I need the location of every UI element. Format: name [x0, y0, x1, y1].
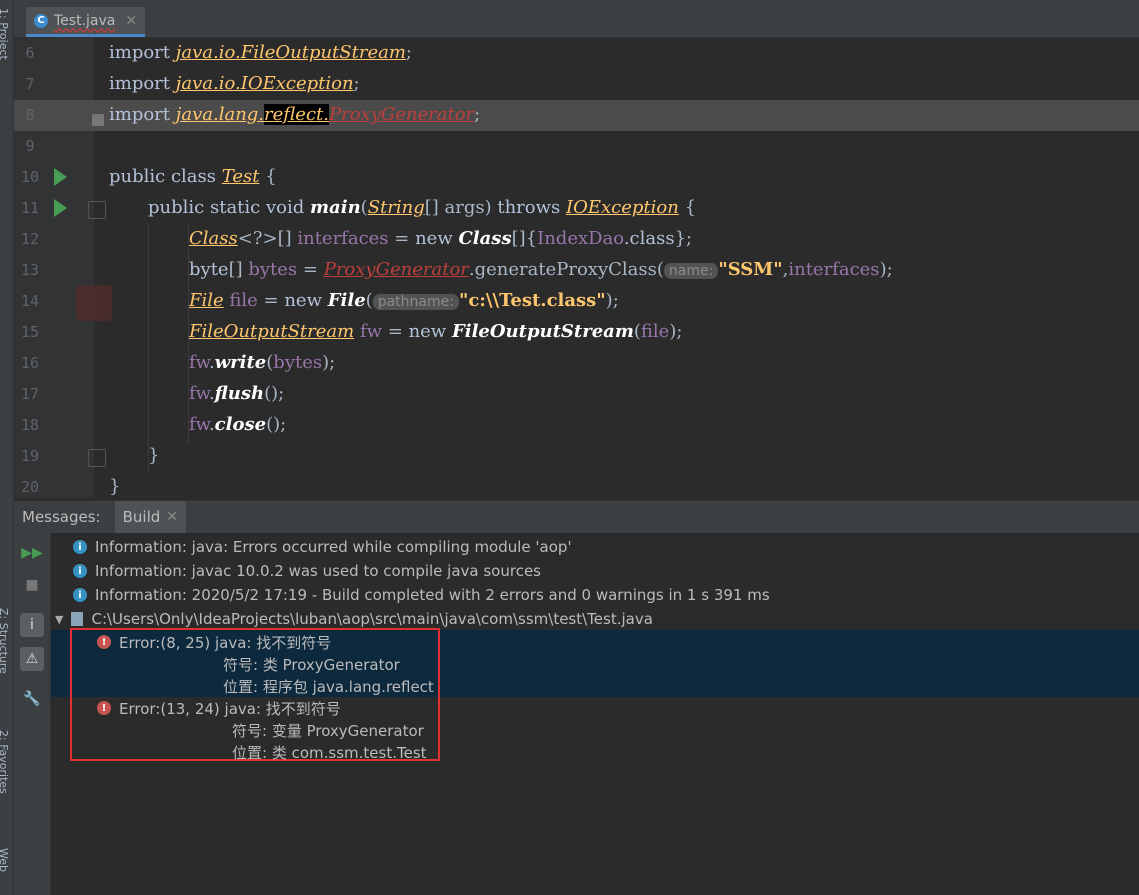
- web-tool-button[interactable]: Web: [0, 848, 10, 872]
- java-file-icon: [71, 612, 84, 626]
- code-line-20: 20 }: [14, 472, 1139, 498]
- code-text: byte[] bytes = ProxyGenerator.generatePr…: [189, 259, 893, 280]
- code-text: fw.write(bytes);: [189, 352, 336, 373]
- line-number: 19: [20, 447, 40, 465]
- list-item[interactable]: i Information: javac 10.0.2 was used to …: [73, 559, 541, 583]
- fold-import-icon[interactable]: [92, 114, 104, 126]
- code-line-10: 10 public class Test {: [14, 162, 1139, 193]
- line-number: 20: [20, 478, 40, 496]
- line-number: 13: [20, 261, 40, 279]
- left-tool-strip: 1: Project Z: Structure 2: Favorites Web: [0, 0, 14, 895]
- rerun-icon[interactable]: ▶▶: [20, 541, 44, 565]
- line-number: 15: [20, 323, 40, 341]
- code-line-15: 15 FileOutputStream fw = new FileOutputS…: [14, 317, 1139, 348]
- line-number: 10: [20, 168, 40, 186]
- line-number: 17: [20, 385, 40, 403]
- list-item[interactable]: i Information: java: Errors occurred whi…: [73, 535, 572, 559]
- show-warnings-icon[interactable]: ⚠: [20, 647, 44, 671]
- favorites-tool-button[interactable]: 2: Favorites: [0, 730, 10, 794]
- line-number: 7: [25, 75, 35, 93]
- param-hint: name:: [663, 263, 719, 279]
- error-symbol: 符号: 类 ProxyGenerator: [223, 656, 400, 674]
- build-tab-label: Build: [122, 508, 161, 526]
- code-line-9: 9: [14, 131, 1139, 162]
- code-line-7: 7 import java.io.IOException;: [14, 69, 1139, 100]
- info-icon: i: [73, 540, 87, 554]
- error-location: 位置: 程序包 java.lang.reflect: [223, 678, 434, 696]
- list-item[interactable]: i Information: 2020/5/2 17:19 - Build co…: [73, 583, 770, 607]
- code-line-14: 14 File file = new File(pathname: "c:\\Te…: [14, 286, 1139, 317]
- line-number: 11: [20, 199, 40, 217]
- code-text: public class Test {: [109, 166, 277, 187]
- messages-label: Messages:: [22, 508, 101, 526]
- code-text: }: [109, 476, 121, 497]
- code-editor[interactable]: 6 import java.io.FileOutputStream; 7 imp…: [14, 38, 1139, 498]
- close-tab-icon[interactable]: ✕: [125, 13, 137, 29]
- code-line-17: 17 fw.flush();: [14, 379, 1139, 410]
- code-line-6: 6 import java.io.FileOutputStream;: [14, 38, 1139, 69]
- code-line-18: 18 fw.close();: [14, 410, 1139, 441]
- code-text: fw.close();: [189, 414, 287, 435]
- code-line-12: 12 Class<?>[] interfaces = new Class[]{I…: [14, 224, 1139, 255]
- code-text: import java.lang.reflect.ProxyGenerator;: [109, 104, 481, 125]
- line-number: 14: [20, 292, 40, 310]
- line-number: 8: [25, 106, 35, 124]
- info-icon: i: [73, 564, 87, 578]
- run-class-icon[interactable]: [54, 168, 67, 186]
- code-text: File file = new File(pathname: "c:\\Test.…: [189, 290, 619, 311]
- code-text: import java.io.IOException;: [109, 73, 360, 94]
- code-line-8: 8 import java.lang.reflect.ProxyGenerato…: [14, 100, 1139, 131]
- error-icon: !: [97, 701, 111, 715]
- tab-test-java[interactable]: C Test.java ✕: [26, 7, 146, 37]
- code-line-11: 11 public static void main(String[] args…: [14, 193, 1139, 224]
- code-text: FileOutputStream fw = new FileOutputStre…: [189, 321, 683, 342]
- messages-toolbar: ▶▶ ■ i ⚠ 🔧: [14, 533, 51, 895]
- stop-icon[interactable]: ■: [20, 573, 44, 597]
- tab-label: Test.java: [54, 12, 116, 29]
- error-item[interactable]: ! Error:(13, 24) java: 找不到符号: [97, 696, 341, 720]
- param-hint: pathname:: [372, 294, 459, 310]
- expand-arrow-icon[interactable]: ▼: [55, 613, 63, 626]
- close-build-tab-icon[interactable]: ✕: [166, 509, 178, 525]
- structure-tool-button[interactable]: Z: Structure: [0, 608, 10, 674]
- code-text: Class<?>[] interfaces = new Class[]{Inde…: [189, 228, 693, 249]
- line-number: 6: [25, 44, 35, 62]
- line-number: 18: [20, 416, 40, 434]
- error-icon: !: [97, 635, 111, 649]
- line-number: 12: [20, 230, 40, 248]
- messages-list: i Information: java: Errors occurred whi…: [51, 533, 1139, 895]
- error-item[interactable]: ! Error:(8, 25) java: 找不到符号: [97, 630, 331, 654]
- project-tool-button[interactable]: 1: Project: [0, 8, 10, 60]
- editor-tab-bar: C Test.java ✕: [14, 0, 1139, 38]
- code-text: fw.flush();: [189, 383, 285, 404]
- show-info-icon[interactable]: i: [20, 613, 44, 637]
- code-text: }: [148, 445, 160, 466]
- info-icon: i: [73, 588, 87, 602]
- code-line-16: 16 fw.write(bytes);: [14, 348, 1139, 379]
- run-main-icon[interactable]: [54, 199, 67, 217]
- line-number: 16: [20, 354, 40, 372]
- fold-icon[interactable]: [88, 449, 106, 467]
- tab-build[interactable]: Build ✕: [114, 501, 187, 533]
- error-location: 位置: 类 com.ssm.test.Test: [232, 744, 427, 762]
- code-line-13: 13 byte[] bytes = ProxyGenerator.generat…: [14, 255, 1139, 286]
- fold-icon[interactable]: [88, 201, 106, 219]
- settings-wrench-icon[interactable]: 🔧: [20, 687, 44, 711]
- line-number: 9: [25, 137, 35, 155]
- code-line-19: 19 }: [14, 441, 1139, 472]
- code-text: import java.io.FileOutputStream;: [109, 42, 412, 63]
- messages-panel-header: Messages: Build ✕: [14, 500, 1139, 533]
- code-text: public static void main(String[] args) t…: [148, 197, 697, 218]
- class-icon: C: [34, 13, 48, 28]
- error-symbol: 符号: 变量 ProxyGenerator: [232, 722, 424, 740]
